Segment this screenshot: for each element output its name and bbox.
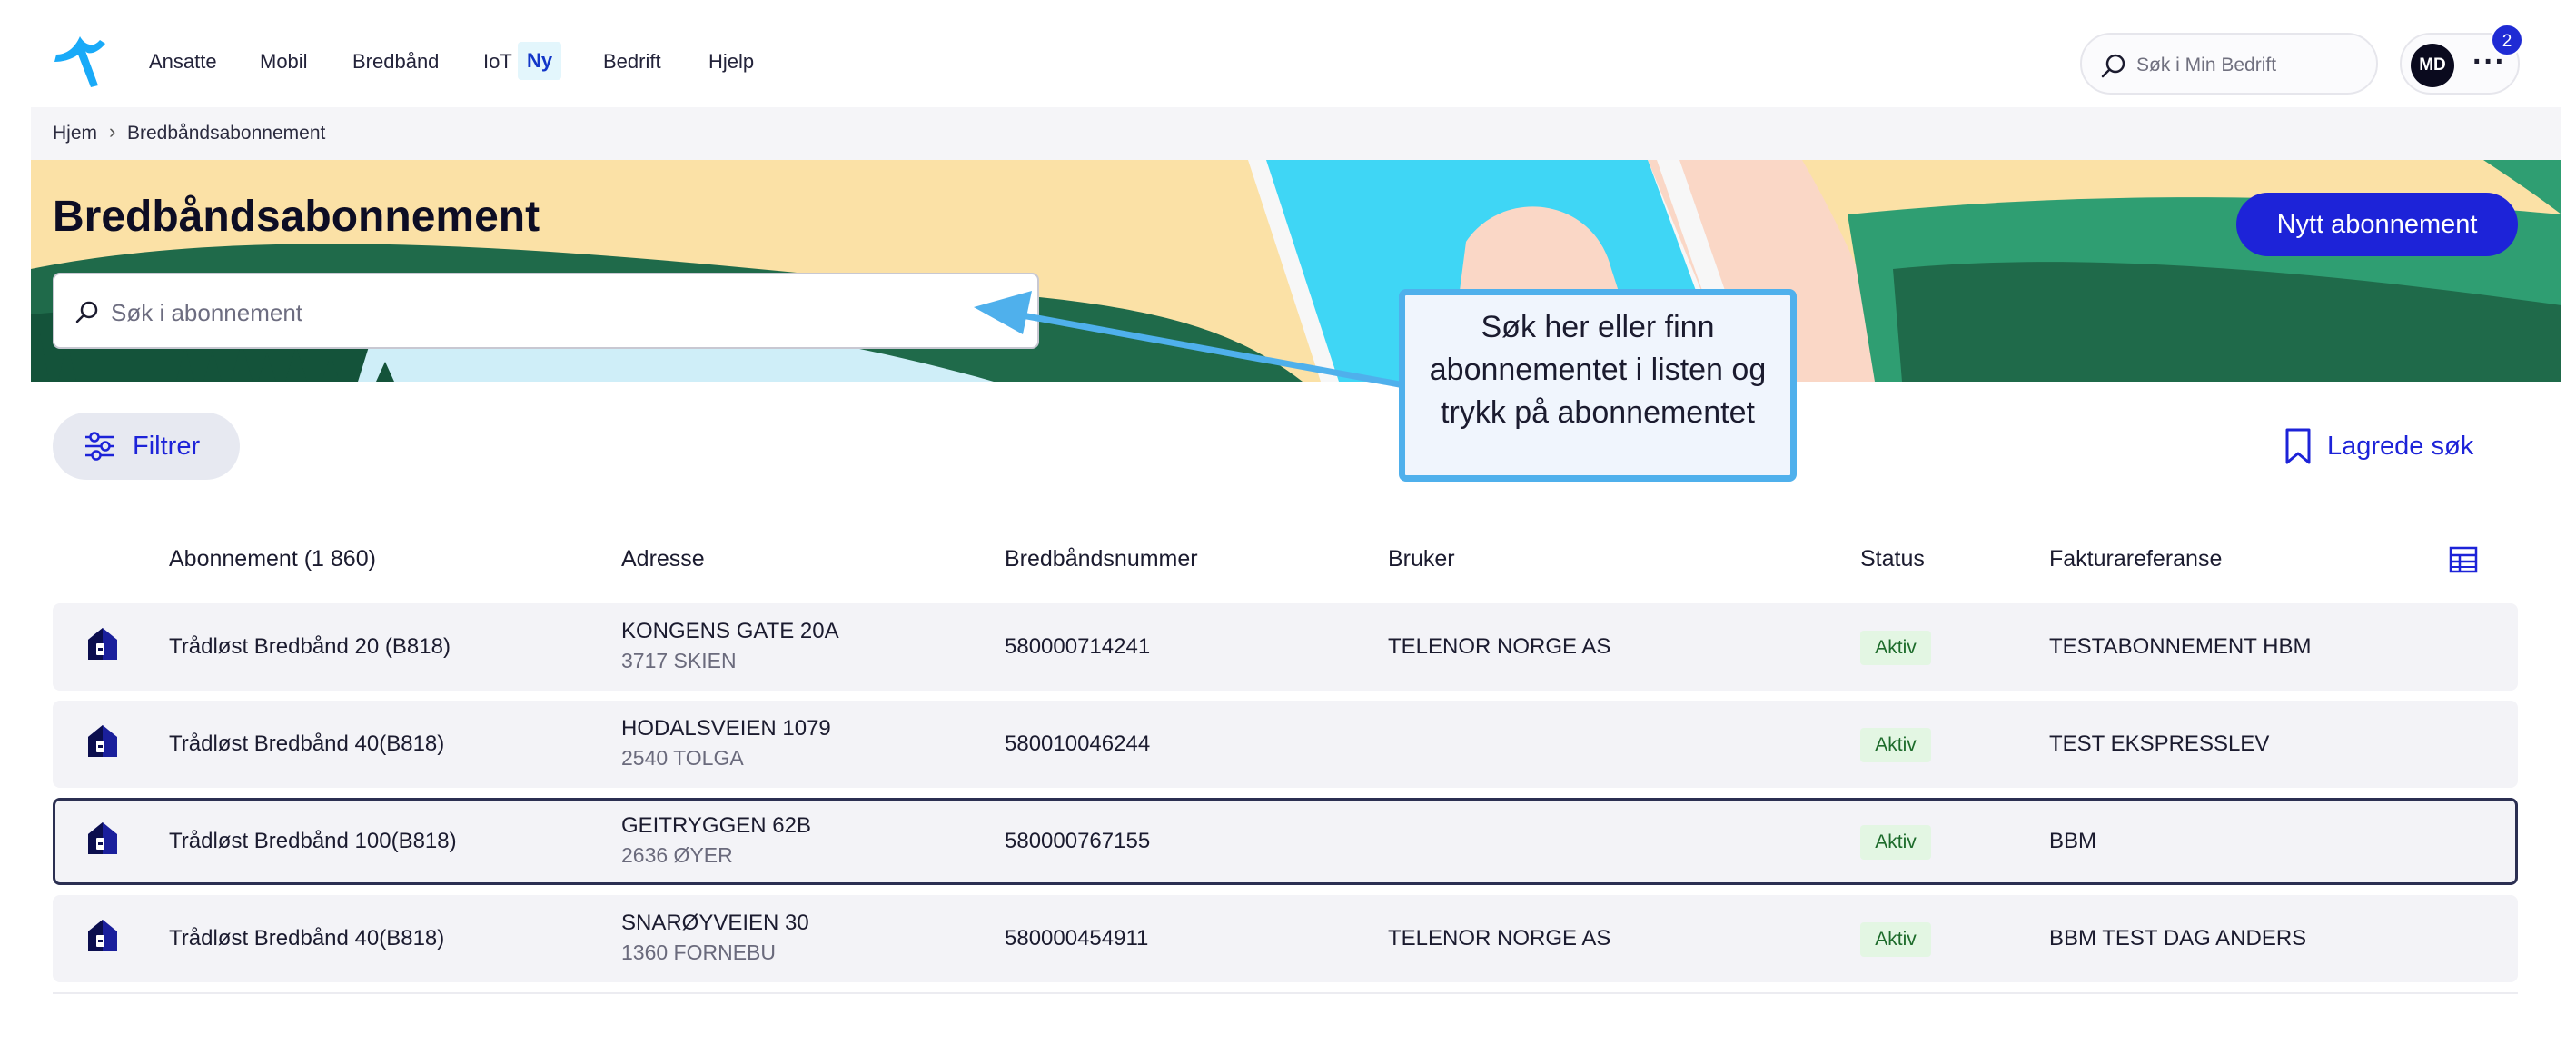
status-badge: Aktiv <box>1860 728 1931 762</box>
invoice-reference: BBM TEST DAG ANDERS <box>2049 926 2307 950</box>
callout-text: Søk her eller finn abonnementet i listen… <box>1429 310 1767 430</box>
nav-item-bedrift[interactable]: Bedrift <box>603 49 661 75</box>
subscription-name: Trådløst Bredbånd 20 (B818) <box>169 634 451 659</box>
status-badge: Aktiv <box>1860 922 1931 957</box>
address-street: SNARØYVEIEN 30 <box>621 911 809 935</box>
breadcrumb-separator-icon: › <box>109 120 116 143</box>
bookmark-icon <box>2285 428 2311 464</box>
invoice-reference: BBM <box>2049 829 2097 853</box>
user-name: TELENOR NORGE AS <box>1388 926 1611 950</box>
status-badge: Aktiv <box>1860 631 1931 665</box>
new-subscription-button[interactable]: Nytt abonnement <box>2236 193 2518 256</box>
search-icon <box>2101 54 2125 78</box>
house-router-icon <box>88 920 117 951</box>
column-header-status[interactable]: Status <box>1860 545 1925 572</box>
house-router-icon <box>88 822 117 854</box>
house-router-icon <box>88 725 117 757</box>
broadband-number: 580010046244 <box>1005 732 1151 756</box>
table-columns-icon[interactable] <box>2449 545 2478 574</box>
filter-label: Filtrer <box>133 432 201 461</box>
user-name: TELENOR NORGE AS <box>1388 634 1611 659</box>
invoice-reference: TESTABONNEMENT HBM <box>2049 634 2312 659</box>
saved-searches-label: Lagrede søk <box>2327 432 2474 461</box>
avatar: MD <box>2411 44 2454 87</box>
filter-button[interactable]: Filtrer <box>53 413 240 480</box>
subscription-name: Trådløst Bredbånd 40(B818) <box>169 926 445 950</box>
status-badge: Aktiv <box>1860 825 1931 860</box>
subscription-name: Trådløst Bredbånd 40(B818) <box>169 732 445 756</box>
broadband-number: 580000714241 <box>1005 634 1151 659</box>
address-street: HODALSVEIEN 1079 <box>621 716 831 741</box>
table-row[interactable]: Trådløst Bredbånd 40(B818) HODALSVEIEN 1… <box>53 701 2518 788</box>
address-city: 1360 FORNEBU <box>621 940 777 964</box>
nav-item-bredband[interactable]: Bredbånd <box>352 49 439 75</box>
table-row[interactable]: Trådløst Bredbånd 20 (B818) KONGENS GATE… <box>53 603 2518 691</box>
search-icon <box>75 301 98 323</box>
subscription-name: Trådløst Bredbånd 100(B818) <box>169 829 457 853</box>
broadband-number: 580000454911 <box>1005 926 1149 950</box>
column-header-invoice-reference[interactable]: Fakturareferanse <box>2049 545 2222 572</box>
invoice-reference: TEST EKSPRESSLEV <box>2049 732 2270 756</box>
top-navigation: Ansatte Mobil Bredbånd IoT Ny Bedrift Hj… <box>0 0 2576 107</box>
notification-badge: 2 <box>2491 24 2523 56</box>
column-header-broadband-number[interactable]: Bredbåndsnummer <box>1005 545 1198 572</box>
breadcrumb-current: Bredbåndsabonnement <box>127 123 326 144</box>
nav-item-iot[interactable]: IoT <box>483 49 512 75</box>
breadcrumb: Hjem › Bredbåndsabonnement <box>31 107 2561 160</box>
nav-item-mobil[interactable]: Mobil <box>260 49 308 75</box>
address-city: 3717 SKIEN <box>621 649 737 672</box>
subscription-search-input[interactable]: Søk i abonnement <box>53 273 1039 349</box>
house-router-icon <box>88 628 117 660</box>
table-row-selected[interactable]: Trådløst Bredbånd 100(B818) GEITRYGGEN 6… <box>53 798 2518 885</box>
page-title: Bredbåndsabonnement <box>53 193 540 241</box>
telenor-logo-icon[interactable] <box>53 35 113 87</box>
nav-item-hjelp[interactable]: Hjelp <box>708 49 754 75</box>
table-row[interactable]: Trådløst Bredbånd 40(B818) SNARØYVEIEN 3… <box>53 895 2518 982</box>
column-header-user[interactable]: Bruker <box>1388 545 1455 572</box>
column-header-address[interactable]: Adresse <box>621 545 705 572</box>
address-street: GEITRYGGEN 62B <box>621 813 811 838</box>
broadband-number: 580000767155 <box>1005 829 1151 853</box>
subscription-search-placeholder: Søk i abonnement <box>111 299 303 326</box>
instruction-callout: Søk her eller finn abonnementet i listen… <box>1399 289 1797 482</box>
breadcrumb-home[interactable]: Hjem <box>53 122 97 145</box>
global-search-input[interactable]: Søk i Min Bedrift <box>2080 33 2378 95</box>
sliders-icon <box>85 432 114 461</box>
address-city: 2540 TOLGA <box>621 746 744 770</box>
new-badge: Ny <box>518 42 561 80</box>
global-search-placeholder: Søk i Min Bedrift <box>2136 55 2277 75</box>
column-header-subscription[interactable]: Abonnement (1 860) <box>169 545 376 572</box>
nav-item-ansatte[interactable]: Ansatte <box>149 49 217 75</box>
table-bottom-divider <box>53 992 2518 994</box>
address-street: KONGENS GATE 20A <box>621 619 839 643</box>
address-city: 2636 ØYER <box>621 843 733 867</box>
